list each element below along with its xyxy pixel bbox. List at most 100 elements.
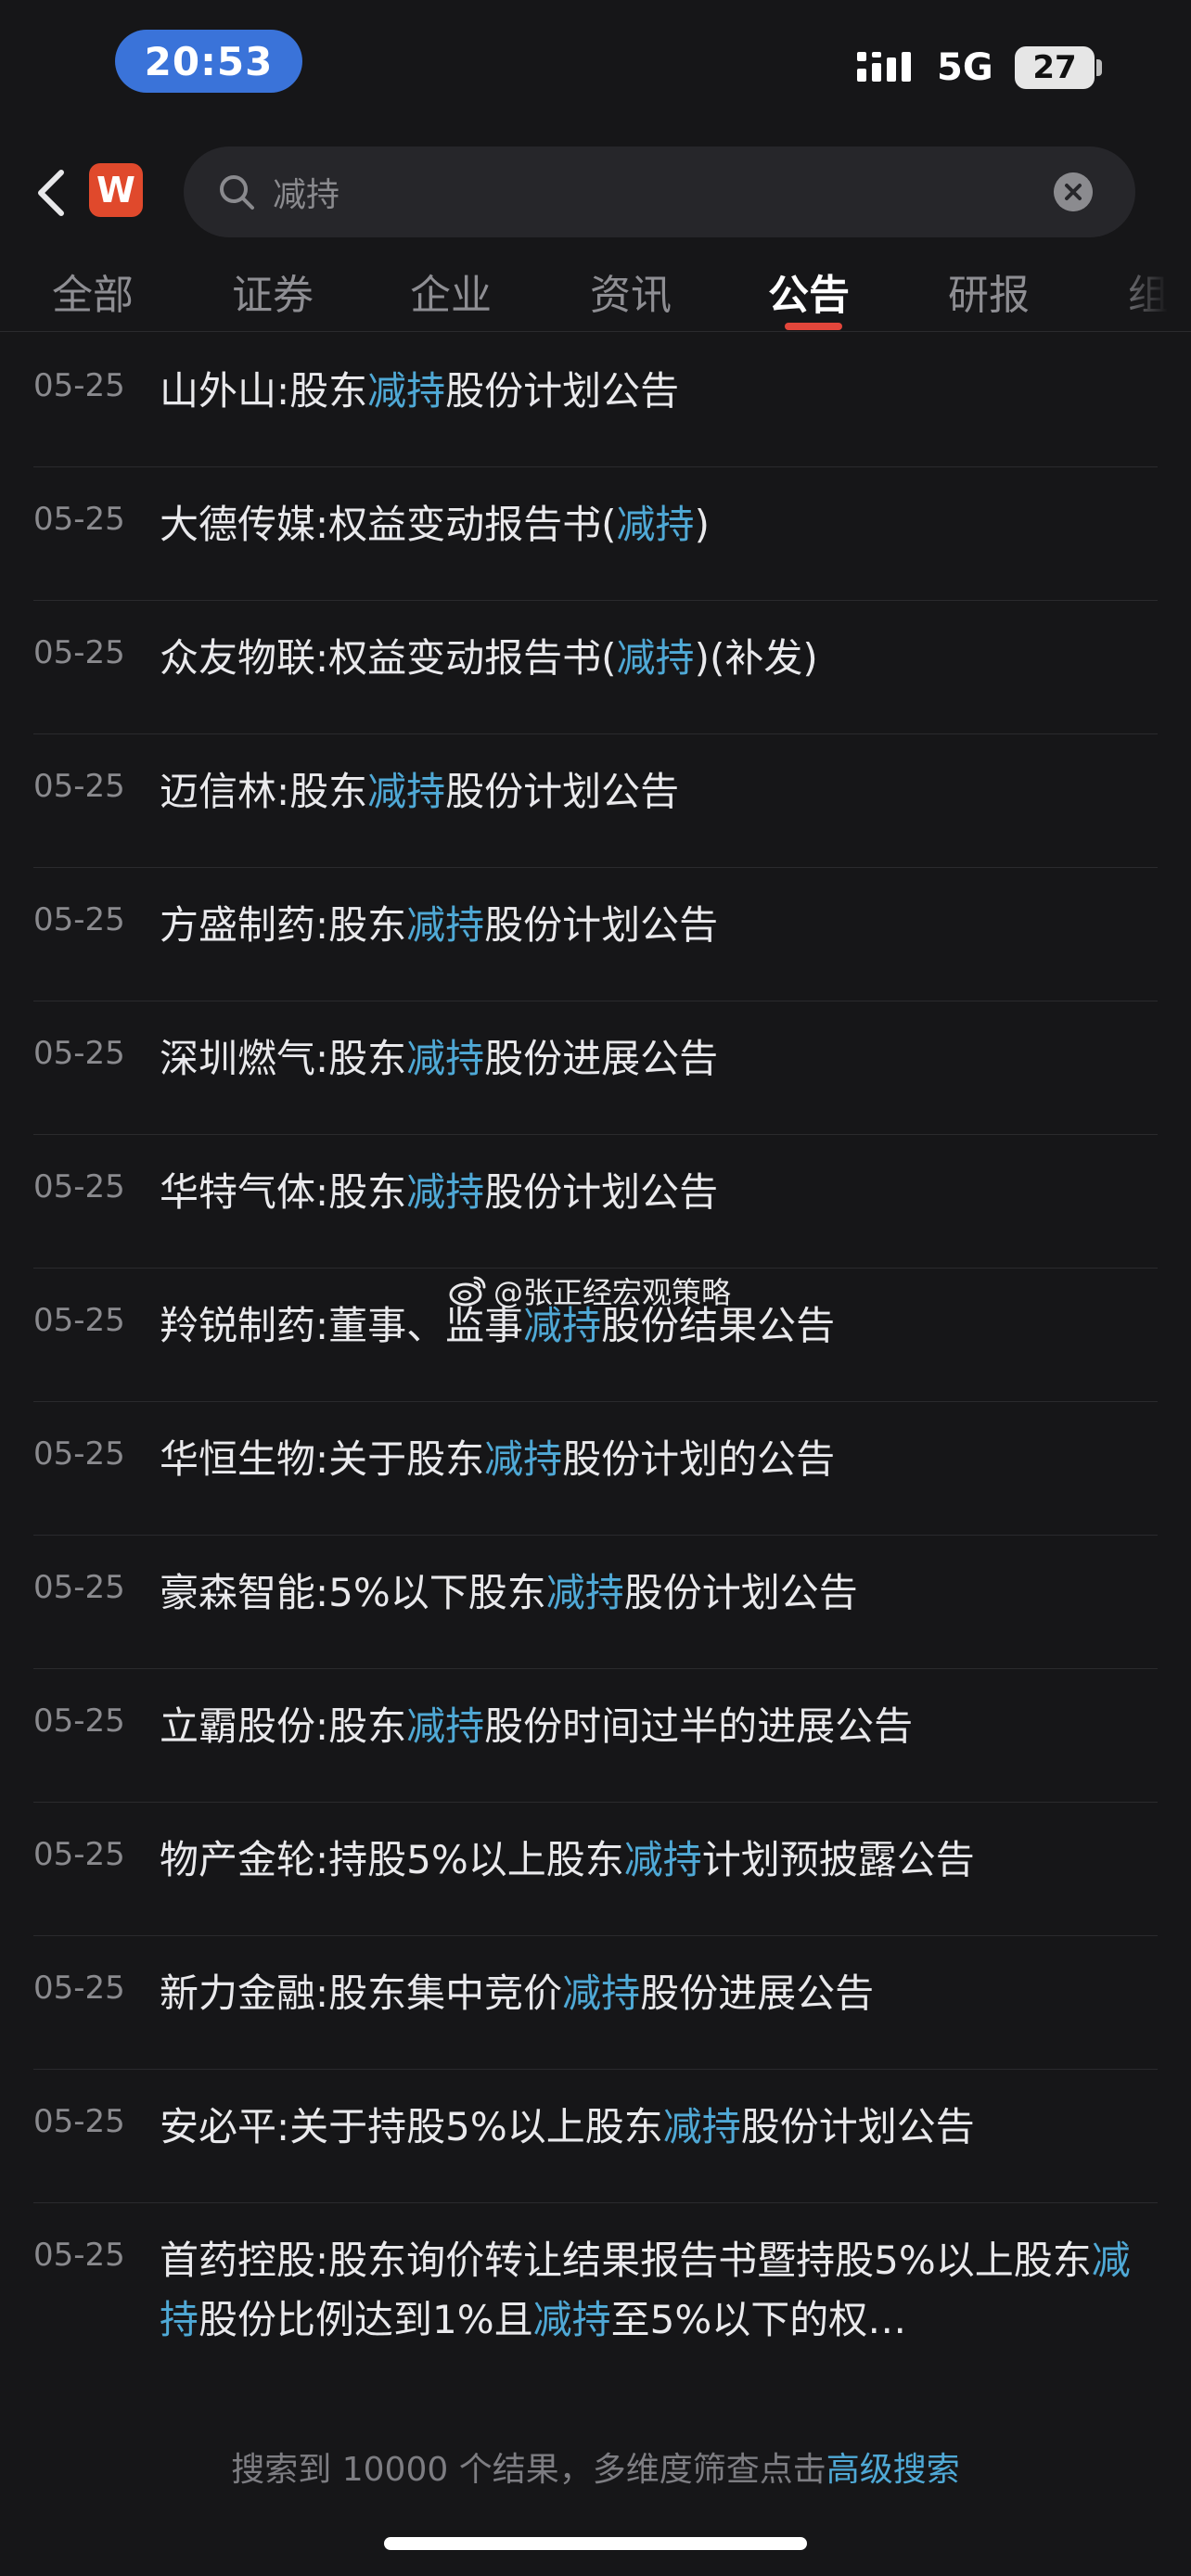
keyword-highlight: 减持 <box>532 2297 611 2342</box>
list-item[interactable]: 05-25 物产金轮:持股5%以上股东减持计划预披露公告 <box>33 1803 1158 1936</box>
title-text: 股份计划公告 <box>445 368 680 414</box>
keyword-highlight: 减持 <box>616 635 695 681</box>
title-text: 豪森智能:5%以下股东 <box>160 1570 546 1615</box>
item-title: 新力金融:股东集中竞价减持股份进展公告 <box>160 1964 1158 2023</box>
battery-tip <box>1096 59 1102 76</box>
results-footer: 搜索到 10000 个结果，多维度筛查点击高级搜索 <box>0 2442 1191 2491</box>
battery-icon: 27 <box>1015 46 1095 89</box>
keyword-highlight: 减持 <box>662 2104 741 2149</box>
title-text: 股份计划公告 <box>623 1570 858 1615</box>
list-item[interactable]: 05-25 众友物联:权益变动报告书(减持)(补发) <box>33 601 1158 734</box>
keyword-highlight: 减持 <box>406 1169 485 1215</box>
title-text: 新力金融:股东集中竞价 <box>160 1970 563 2016</box>
item-date: 05-25 <box>33 1435 125 1473</box>
title-text: 股份计划公告 <box>740 2104 975 2149</box>
list-item[interactable]: 05-25 首药控股:股东询价转让结果报告书暨持股5%以上股东减持股份比例达到1%… <box>33 2203 1158 2396</box>
title-text: ) <box>694 502 710 547</box>
item-date: 05-25 <box>33 501 125 538</box>
title-text: 首药控股:股东询价转让结果报告书暨持股5%以上股东 <box>160 2238 1092 2283</box>
item-title: 山外山:股东减持股份计划公告 <box>160 362 1158 421</box>
keyword-highlight: 减持 <box>484 1436 563 1482</box>
item-title: 首药控股:股东询价转让结果报告书暨持股5%以上股东减持股份比例达到1%且减持至5… <box>160 2231 1158 2350</box>
tab-research[interactable]: 研报 <box>948 261 1030 321</box>
network-type: 5G <box>937 46 993 89</box>
item-title: 华特气体:股东减持股份计划公告 <box>160 1163 1158 1222</box>
list-item[interactable]: 05-25 深圳燃气:股东减持股份进展公告 <box>33 1001 1158 1135</box>
item-title: 安必平:关于持股5%以上股东减持股份计划公告 <box>160 2098 1158 2157</box>
list-item[interactable]: 05-25 立霸股份:股东减持股份时间过半的进展公告 <box>33 1669 1158 1803</box>
item-title: 华恒生物:关于股东减持股份计划的公告 <box>160 1430 1158 1489</box>
title-text: 股份进展公告 <box>640 1970 875 2016</box>
item-title: 立霸股份:股东减持股份时间过半的进展公告 <box>160 1697 1158 1756</box>
title-text: 股份时间过半的进展公告 <box>484 1703 914 1749</box>
title-text: 众友物联:权益变动报告书( <box>160 635 617 681</box>
tab-companies[interactable]: 企业 <box>410 261 492 321</box>
item-title: 大德传媒:权益变动报告书(减持) <box>160 495 1158 555</box>
title-text: 山外山:股东 <box>160 368 368 414</box>
keyword-highlight: 减持 <box>367 769 446 814</box>
item-title: 众友物联:权益变动报告书(减持)(补发) <box>160 629 1158 688</box>
battery-level: 27 <box>1032 49 1077 86</box>
category-tabs: 全部 证券 企业 资讯 公告 研报 组 <box>0 252 1191 332</box>
title-text: 股份计划公告 <box>484 1169 719 1215</box>
tab-securities[interactable]: 证券 <box>232 261 314 321</box>
item-date: 05-25 <box>33 1702 125 1740</box>
list-item[interactable]: 05-25 方盛制药:股东减持股份计划公告 <box>33 868 1158 1001</box>
keyword-highlight: 减持 <box>545 1570 624 1615</box>
title-text: 安必平:关于持股5%以上股东 <box>160 2104 663 2149</box>
list-item[interactable]: 05-25 安必平:关于持股5%以上股东减持股份计划公告 <box>33 2070 1158 2203</box>
back-chevron-icon[interactable] <box>33 169 70 217</box>
status-time: 20:53 <box>115 30 302 93</box>
item-date: 05-25 <box>33 2103 125 2140</box>
status-bar: 20:53 5G 27 <box>0 0 1191 130</box>
results-count-text: 搜索到 10000 个结果，多维度筛查点击 <box>231 2451 826 2489</box>
list-item[interactable]: 05-25 华特气体:股东减持股份计划公告 <box>33 1135 1158 1269</box>
item-date: 05-25 <box>33 2237 125 2274</box>
title-text: 股份比例达到1%且 <box>198 2297 533 2342</box>
keyword-highlight: 减持 <box>367 368 446 414</box>
title-text: 计划预披露公告 <box>701 1837 975 1882</box>
keyword-highlight: 减持 <box>616 502 695 547</box>
list-item[interactable]: 05-25 迈信林:股东减持股份计划公告 <box>33 734 1158 868</box>
item-date: 05-25 <box>33 901 125 938</box>
search-icon <box>220 175 254 210</box>
keyword-highlight: 减持 <box>406 902 485 948</box>
title-text: 物产金轮:持股5%以上股东 <box>160 1837 624 1882</box>
list-item[interactable]: 05-25 华恒生物:关于股东减持股份计划的公告 <box>33 1402 1158 1536</box>
search-input[interactable] <box>273 147 1015 237</box>
watermark-text: @张正经宏观策略 <box>493 1275 732 1310</box>
list-item[interactable]: 05-25 大德传媒:权益变动报告书(减持) <box>33 467 1158 601</box>
item-date: 05-25 <box>33 1168 125 1205</box>
home-indicator <box>384 2537 807 2550</box>
item-date: 05-25 <box>33 367 125 404</box>
list-item[interactable]: 05-25 新力金融:股东集中竞价减持股份进展公告 <box>33 1936 1158 2070</box>
tab-announcements[interactable]: 公告 <box>768 261 850 321</box>
watermark: @张正经宏观策略 <box>449 1269 731 1313</box>
tab-overflow-fade <box>1113 252 1191 326</box>
item-title: 物产金轮:持股5%以上股东减持计划预披露公告 <box>160 1830 1158 1890</box>
tab-news[interactable]: 资讯 <box>590 261 672 321</box>
app-logo[interactable]: W <box>89 163 143 217</box>
title-text: 华特气体:股东 <box>160 1169 407 1215</box>
title-text: 股份计划公告 <box>484 902 719 948</box>
item-date: 05-25 <box>33 1302 125 1339</box>
keyword-highlight: 减持 <box>406 1036 485 1081</box>
advanced-search-link[interactable]: 高级搜索 <box>826 2451 960 2489</box>
title-text: 方盛制药:股东 <box>160 902 407 948</box>
weibo-logo-icon <box>449 1276 486 1307</box>
item-title: 迈信林:股东减持股份计划公告 <box>160 762 1158 822</box>
item-date: 05-25 <box>33 1836 125 1873</box>
item-title: 豪森智能:5%以下股东减持股份计划公告 <box>160 1563 1158 1623</box>
title-text: 大德传媒:权益变动报告书( <box>160 502 617 547</box>
item-title: 方盛制药:股东减持股份计划公告 <box>160 896 1158 955</box>
list-item[interactable]: 05-25 山外山:股东减持股份计划公告 <box>33 334 1158 467</box>
tab-all[interactable]: 全部 <box>52 261 134 321</box>
clear-icon[interactable] <box>1054 172 1093 211</box>
title-text: 深圳燃气:股东 <box>160 1036 407 1081</box>
title-text: 股份计划公告 <box>445 769 680 814</box>
keyword-highlight: 减持 <box>623 1837 702 1882</box>
search-box[interactable] <box>184 147 1135 237</box>
title-text: 股份计划的公告 <box>562 1436 836 1482</box>
list-item[interactable]: 05-25 豪森智能:5%以下股东减持股份计划公告 <box>33 1536 1158 1669</box>
active-tab-indicator <box>785 323 842 330</box>
